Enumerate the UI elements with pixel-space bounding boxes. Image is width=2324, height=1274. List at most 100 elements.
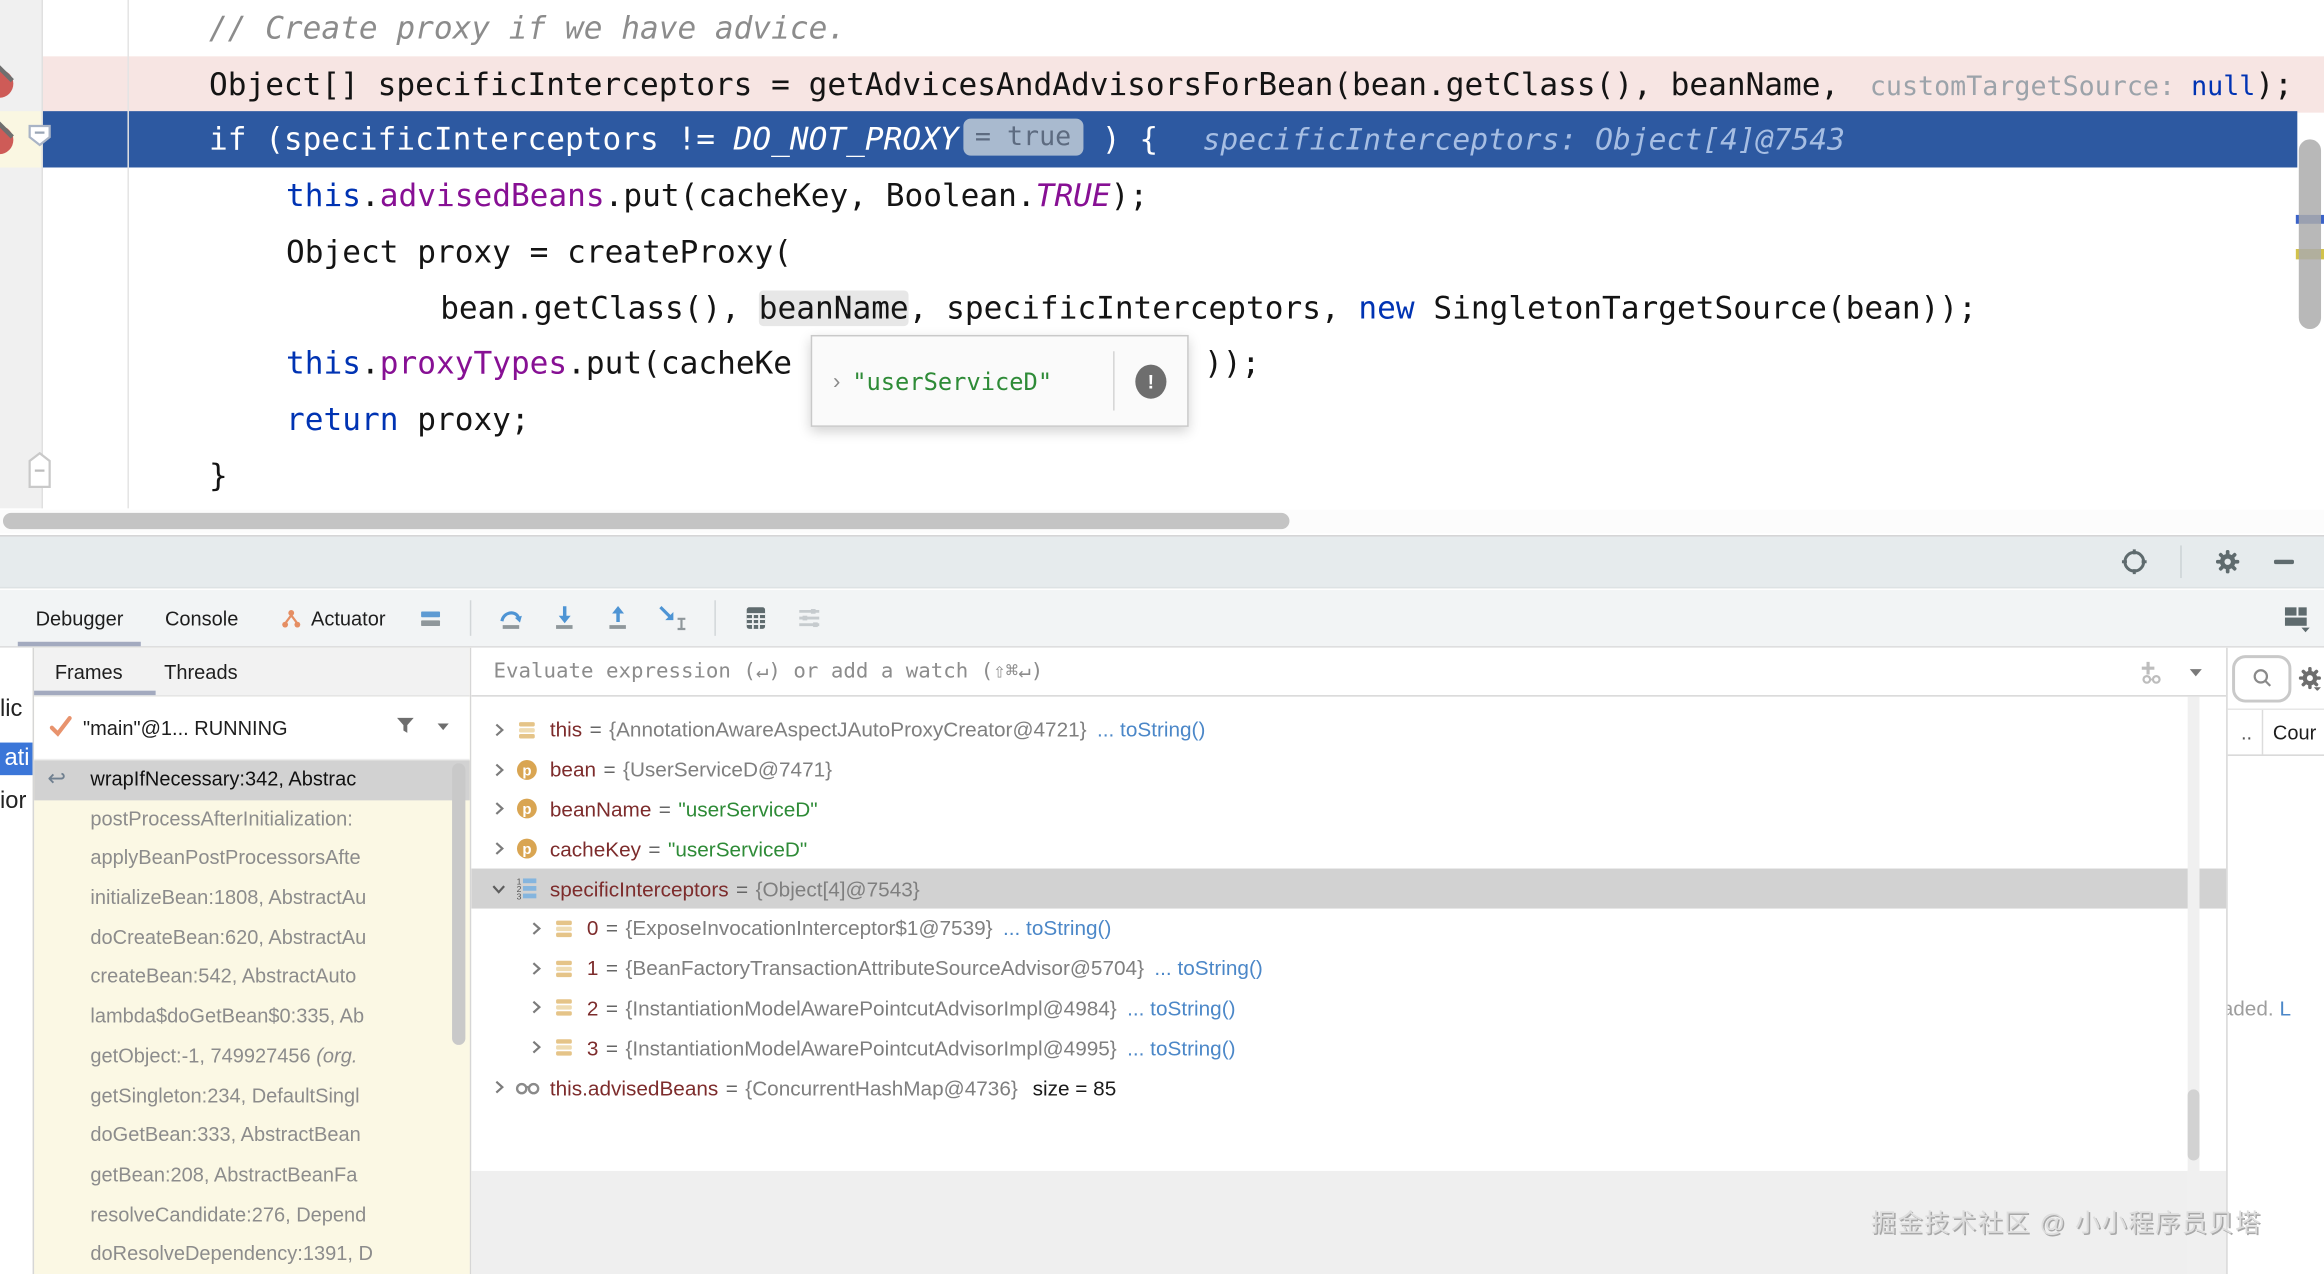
- chevron-down-icon[interactable]: [2186, 662, 2205, 681]
- scrollbar-thumb[interactable]: [3, 513, 1289, 529]
- variables-scrollbar-thumb[interactable]: [2188, 1089, 2200, 1160]
- tab-frames[interactable]: Frames: [34, 648, 143, 695]
- fold-region-marker-icon[interactable]: [28, 452, 52, 496]
- frames-scrollbar[interactable]: [452, 763, 465, 1045]
- memory-table-header[interactable]: .. Cour: [2228, 710, 2324, 756]
- tostring-link[interactable]: ... toString(): [1127, 1036, 1235, 1060]
- stack-frame-row[interactable]: lambda$doGetBean$0:335, Ab: [34, 998, 470, 1038]
- memory-pane: .. Cour aded. L: [2226, 648, 2324, 1274]
- mute-breakpoints-icon[interactable]: [796, 605, 823, 632]
- variable-value: {ExposeInvocationInterceptor$1@7539}: [625, 917, 992, 941]
- chevron-right-icon[interactable]: [526, 998, 547, 1017]
- variable-row[interactable]: 123specificInterceptors={Object[4]@7543}: [471, 869, 2226, 909]
- chevron-right-icon[interactable]: [489, 800, 510, 819]
- tostring-link[interactable]: ... toString(): [1154, 956, 1262, 980]
- chevron-right-icon[interactable]: [489, 1078, 510, 1097]
- chevron-right-icon[interactable]: [526, 1038, 547, 1057]
- thread-selector[interactable]: "main"@1... RUNNING: [34, 697, 470, 761]
- filter-icon[interactable]: [394, 714, 416, 741]
- variable-row[interactable]: this.advisedBeans={ConcurrentHashMap@473…: [471, 1067, 2226, 1107]
- clipped-text: lic: [0, 697, 22, 724]
- code-line[interactable]: this.advisedBeans.put(cacheKey, Boolean.…: [0, 168, 2324, 224]
- variable-row[interactable]: pbeanName="userServiceD": [471, 789, 2226, 829]
- variable-row[interactable]: 0={ExposeInvocationInterceptor$1@7539}..…: [471, 909, 2226, 949]
- step-over-icon[interactable]: [498, 605, 525, 632]
- step-out-icon[interactable]: [605, 605, 632, 632]
- tostring-link[interactable]: ... toString(): [1003, 917, 1111, 941]
- chevron-down-icon[interactable]: [489, 879, 510, 898]
- stack-frame-row[interactable]: getBean:208, AbstractBeanFa: [34, 1156, 470, 1196]
- code-line[interactable]: Object proxy = createProxy(: [0, 224, 2324, 280]
- object-icon: [551, 995, 581, 1020]
- variable-row[interactable]: 3={InstantiationModelAwarePointcutAdviso…: [471, 1028, 2226, 1068]
- stack-frame-row[interactable]: doCreateBean:620, AbstractAu: [34, 919, 470, 959]
- collection-size: size = 85: [1033, 1075, 1117, 1099]
- view-mode-icon[interactable]: [418, 605, 443, 630]
- stack-frame-row[interactable]: postProcessAfterInitialization:: [34, 800, 470, 840]
- variable-row[interactable]: 1={BeanFactoryTransactionAttributeSource…: [471, 948, 2226, 988]
- background-editor-sliver: lic ati ior: [0, 648, 33, 1274]
- stack-frame-row[interactable]: ↩wrapIfNecessary:342, Abstrac: [34, 760, 470, 800]
- gear-icon[interactable]: [2214, 548, 2241, 575]
- chevron-right-icon[interactable]: [489, 720, 510, 739]
- variable-row[interactable]: this={AnnotationAwareAspectJAutoProxyCre…: [471, 710, 2226, 750]
- stack-frame-row[interactable]: getSingleton:234, DefaultSingl: [34, 1077, 470, 1117]
- search-field[interactable]: [2232, 654, 2291, 701]
- add-watch-icon[interactable]: [2140, 659, 2165, 684]
- variable-row[interactable]: 2={InstantiationModelAwarePointcutAdviso…: [471, 988, 2226, 1028]
- chevron-right-icon[interactable]: [489, 839, 510, 858]
- code-editor[interactable]: // Create proxy if we have advice.Object…: [0, 0, 2324, 534]
- code-line[interactable]: Object[] specificInterceptors = getAdvic…: [0, 56, 2324, 112]
- code-line[interactable]: if (specificInterceptors != DO_NOT_PROXY…: [0, 112, 2324, 168]
- editor-horizontal-scrollbar[interactable]: [0, 510, 2324, 534]
- gear-icon[interactable]: [2297, 665, 2322, 690]
- stack-frame-row[interactable]: createBean:542, AbstractAuto: [34, 958, 470, 998]
- evaluate-expression-icon[interactable]: [743, 605, 770, 632]
- variable-value: {InstantiationModelAwarePointcutAdvisorI…: [625, 1036, 1116, 1060]
- code-line[interactable]: // Create proxy if we have advice.: [0, 0, 2324, 56]
- array-icon: 123: [514, 876, 544, 901]
- code-line[interactable]: bean.getClass(), beanName, specificInter…: [0, 279, 2324, 335]
- stack-frame-row[interactable]: doGetBean:333, AbstractBean: [34, 1116, 470, 1156]
- stack-frame-row[interactable]: resolveCandidate:276, Depend: [34, 1195, 470, 1235]
- parameter-icon: p: [514, 757, 544, 782]
- minimize-icon[interactable]: [2271, 548, 2298, 575]
- memory-load-link[interactable]: L: [2279, 996, 2291, 1020]
- tab-threads[interactable]: Threads: [143, 648, 258, 695]
- stack-frame-row[interactable]: doResolveDependency:1391, D: [34, 1235, 470, 1274]
- tostring-link[interactable]: ... toString(): [1097, 718, 1205, 742]
- code-line[interactable]: }: [0, 447, 2324, 503]
- variables-scrollbar-track[interactable]: [2188, 697, 2200, 1274]
- variable-name: beanName: [550, 797, 652, 821]
- run-to-cursor-icon[interactable]: [658, 605, 688, 632]
- tool-window-header: [0, 535, 2324, 588]
- target-icon[interactable]: [2121, 548, 2148, 575]
- chevron-right-icon[interactable]: [489, 760, 510, 779]
- editor-gutter[interactable]: [0, 0, 41, 508]
- variable-row[interactable]: pbean={UserServiceD@7471}: [471, 750, 2226, 790]
- chevron-right-icon[interactable]: [526, 958, 547, 977]
- chevron-right-icon[interactable]: [526, 919, 547, 938]
- stack-frame-row[interactable]: applyBeanPostProcessorsAfte: [34, 839, 470, 879]
- tab-actuator[interactable]: Actuator: [259, 590, 406, 646]
- variable-row[interactable]: pcacheKey="userServiceD": [471, 829, 2226, 869]
- debugger-value-popup[interactable]: › "userServiceD" !: [811, 335, 1189, 427]
- chevron-down-icon[interactable]: [434, 717, 452, 739]
- info-badge-icon[interactable]: !: [1135, 364, 1166, 398]
- variable-value: "userServiceD": [678, 797, 817, 821]
- watch-icon: [514, 1075, 544, 1100]
- editor-vertical-scrollbar[interactable]: [2299, 139, 2321, 329]
- tostring-link[interactable]: ... toString(): [1127, 996, 1235, 1020]
- tab-debugger[interactable]: Debugger: [15, 590, 144, 646]
- evaluate-expression-bar[interactable]: Evaluate expression (↵) or add a watch (…: [471, 648, 2226, 697]
- tab-console[interactable]: Console: [144, 590, 259, 646]
- stack-frame-row[interactable]: getObject:-1, 749927456 (org.: [34, 1037, 470, 1077]
- stack-frame-row[interactable]: initializeBean:1808, AbstractAu: [34, 879, 470, 919]
- layout-settings-icon[interactable]: [2282, 603, 2312, 633]
- step-into-icon[interactable]: [552, 605, 579, 632]
- variable-name: 3: [587, 1036, 599, 1060]
- variable-name: specificInterceptors: [550, 877, 729, 901]
- execution-point-marker-icon[interactable]: [28, 124, 52, 154]
- object-icon: [551, 916, 581, 941]
- expand-chevron-icon[interactable]: ›: [833, 368, 840, 393]
